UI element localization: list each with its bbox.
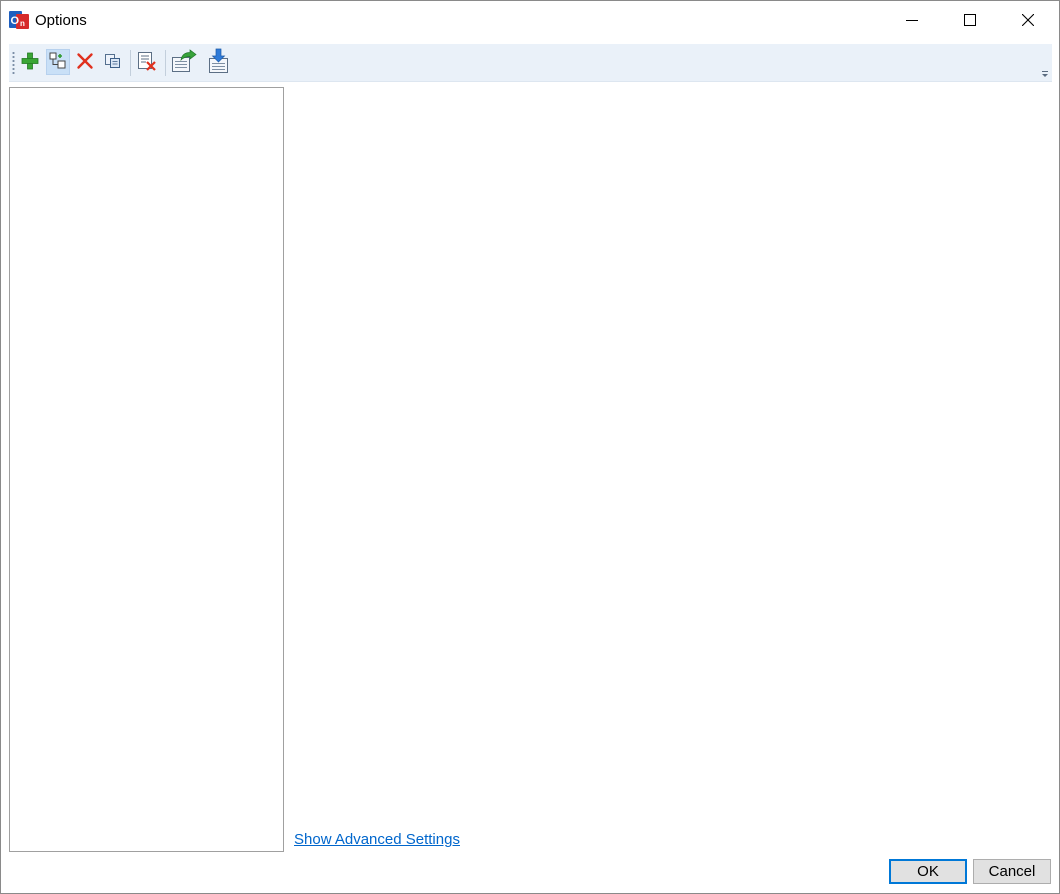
- add-button[interactable]: [18, 49, 42, 75]
- toolbar: [9, 44, 1052, 82]
- toolbar-separator: [130, 50, 131, 76]
- maximize-icon: [964, 14, 976, 26]
- app-logo-icon: O n: [9, 10, 29, 30]
- close-button[interactable]: [999, 1, 1057, 39]
- clear-list-icon: [137, 51, 157, 74]
- ok-button[interactable]: OK: [889, 859, 967, 884]
- title-bar[interactable]: O n Options: [1, 1, 1059, 39]
- add-child-button[interactable]: [46, 49, 70, 75]
- toolbar-overflow-button[interactable]: [1040, 66, 1050, 78]
- window-title: Options: [35, 12, 87, 29]
- svg-text:n: n: [20, 19, 25, 28]
- green-plus-icon: [21, 52, 39, 73]
- import-button[interactable]: [205, 48, 233, 77]
- copy-icon: [104, 52, 122, 73]
- delete-button[interactable]: [73, 49, 97, 75]
- add-child-node-icon: [49, 52, 67, 73]
- maximize-button[interactable]: [941, 1, 999, 39]
- svg-text:O: O: [11, 15, 20, 27]
- show-advanced-settings-link[interactable]: Show Advanced Settings: [294, 830, 460, 850]
- settings-tree-pane[interactable]: [9, 87, 284, 852]
- red-x-icon: [76, 52, 94, 73]
- import-icon: [207, 48, 231, 77]
- toolbar-overflow-icon: [1040, 66, 1050, 82]
- clear-button[interactable]: [135, 49, 159, 75]
- export-button[interactable]: [170, 48, 198, 76]
- export-icon: [171, 48, 197, 76]
- minimize-icon: [906, 14, 918, 26]
- toolbar-grip[interactable]: [12, 51, 15, 75]
- close-icon: [1022, 14, 1034, 26]
- toolbar-separator: [165, 50, 166, 76]
- cancel-button[interactable]: Cancel: [973, 859, 1051, 884]
- options-dialog: O n Options Show Advanced Settings OK Ca…: [0, 0, 1060, 894]
- copy-button[interactable]: [101, 49, 125, 75]
- minimize-button[interactable]: [883, 1, 941, 39]
